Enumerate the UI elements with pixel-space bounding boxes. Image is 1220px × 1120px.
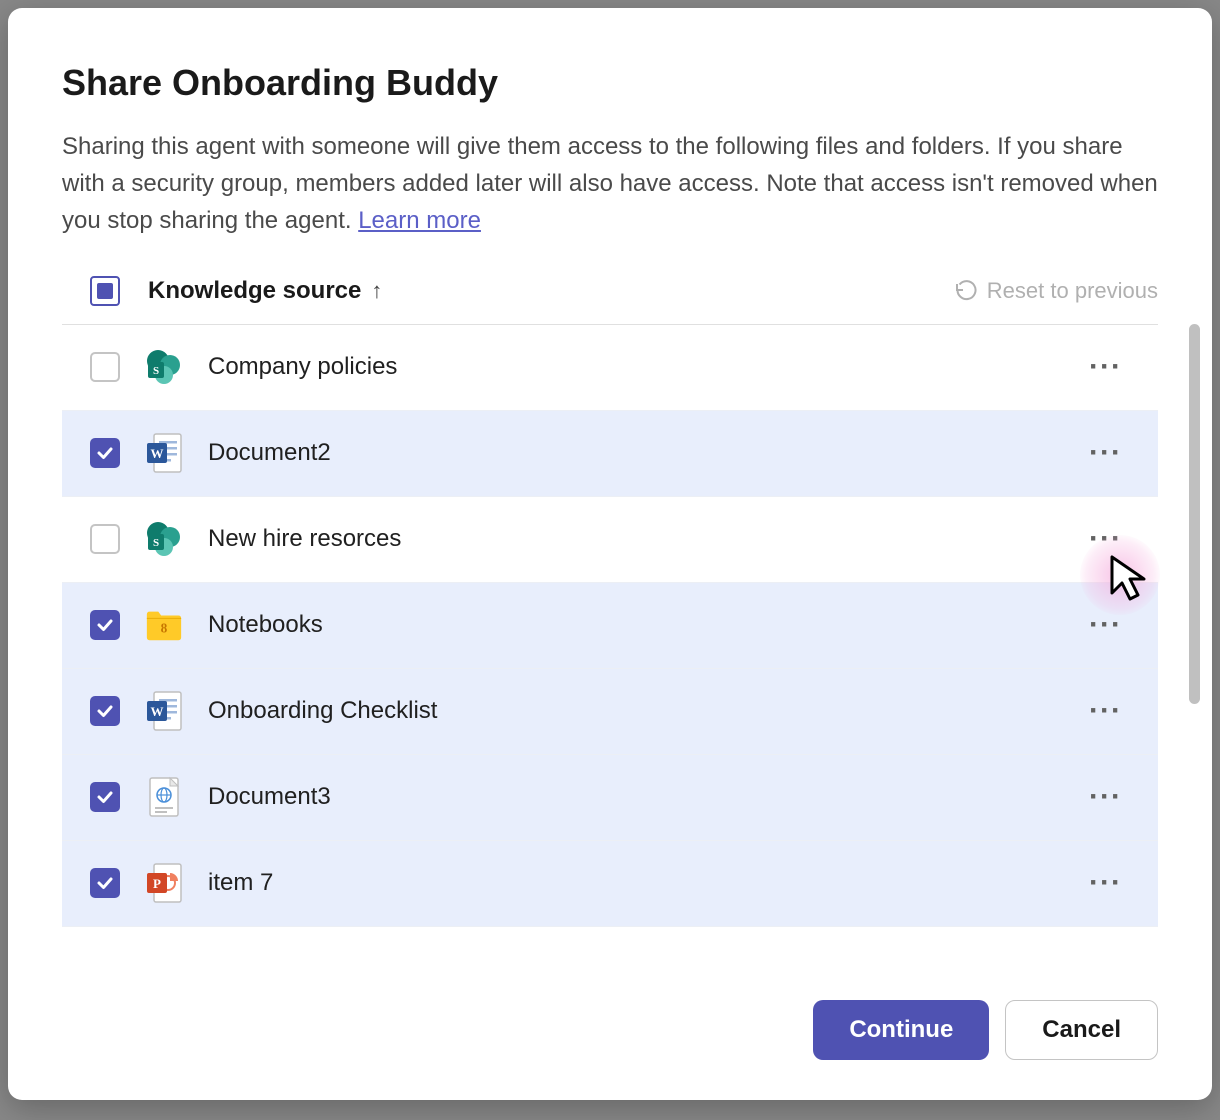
row-checkbox[interactable] — [90, 782, 120, 812]
svg-text:P: P — [153, 876, 161, 891]
dialog-description: Sharing this agent with someone will giv… — [62, 128, 1158, 240]
reset-label: Reset to previous — [987, 278, 1158, 304]
row-checkbox[interactable] — [90, 868, 120, 898]
continue-button[interactable]: Continue — [813, 1000, 989, 1060]
row-label: Notebooks — [208, 611, 1059, 639]
dialog-footer: Continue Cancel — [62, 1000, 1158, 1060]
more-actions-button[interactable]: ··· — [1083, 776, 1128, 818]
share-dialog: Share Onboarding Buddy Sharing this agen… — [8, 8, 1212, 1100]
knowledge-source-list: S Company policies ··· W Document2 ··· S N… — [62, 324, 1158, 927]
more-actions-button[interactable]: ··· — [1083, 604, 1128, 646]
row-label: New hire resorces — [208, 525, 1059, 553]
row-label: Onboarding Checklist — [208, 697, 1059, 725]
more-actions-button[interactable]: ··· — [1083, 690, 1128, 732]
row-checkbox[interactable] — [90, 438, 120, 468]
more-actions-button[interactable]: ··· — [1083, 518, 1128, 560]
word-icon: W — [144, 431, 184, 475]
svg-text:S: S — [153, 537, 159, 549]
more-actions-button[interactable]: ··· — [1083, 862, 1128, 904]
more-actions-button[interactable]: ··· — [1083, 432, 1128, 474]
webfile-icon — [144, 775, 184, 819]
scrollbar-thumb[interactable] — [1189, 324, 1200, 704]
sharepoint-icon: S — [144, 345, 184, 389]
cancel-button[interactable]: Cancel — [1005, 1000, 1158, 1060]
svg-text:W: W — [151, 446, 164, 461]
select-all-checkbox[interactable] — [90, 276, 120, 306]
table-row: Document3 ··· — [62, 755, 1158, 841]
svg-text:8: 8 — [161, 621, 168, 636]
row-checkbox[interactable] — [90, 524, 120, 554]
description-text: Sharing this agent with someone will giv… — [62, 133, 1158, 234]
folder-icon: 8 — [144, 603, 184, 647]
row-label: Document3 — [208, 783, 1059, 811]
row-label: Company policies — [208, 353, 1059, 381]
sharepoint-icon: S — [144, 517, 184, 561]
dialog-title: Share Onboarding Buddy — [62, 62, 1158, 104]
table-row: S New hire resorces ··· — [62, 497, 1158, 583]
sort-ascending-icon: ↑ — [371, 278, 382, 304]
list-container: S Company policies ··· W Document2 ··· S N… — [62, 324, 1158, 972]
word-icon: W — [144, 689, 184, 733]
row-label: Document2 — [208, 439, 1059, 467]
column-header-knowledge-source[interactable]: Knowledge source ↑ — [148, 277, 382, 305]
svg-text:S: S — [153, 365, 159, 377]
row-checkbox[interactable] — [90, 352, 120, 382]
learn-more-link[interactable]: Learn more — [358, 207, 481, 234]
table-row: S Company policies ··· — [62, 325, 1158, 411]
column-header-label: Knowledge source — [148, 277, 361, 305]
row-checkbox[interactable] — [90, 610, 120, 640]
row-checkbox[interactable] — [90, 696, 120, 726]
table-header: Knowledge source ↑ Reset to previous — [62, 276, 1158, 324]
reset-to-previous-button: Reset to previous — [953, 278, 1158, 304]
table-row: 8 Notebooks ··· — [62, 583, 1158, 669]
row-label: item 7 — [208, 869, 1059, 897]
undo-icon — [953, 279, 977, 303]
table-row: P item 7 ··· — [62, 841, 1158, 927]
table-row: W Onboarding Checklist ··· — [62, 669, 1158, 755]
powerpoint-icon: P — [144, 861, 184, 905]
indeterminate-indicator — [97, 283, 113, 299]
table-row: W Document2 ··· — [62, 411, 1158, 497]
svg-text:W: W — [151, 704, 164, 719]
more-actions-button[interactable]: ··· — [1083, 346, 1128, 388]
